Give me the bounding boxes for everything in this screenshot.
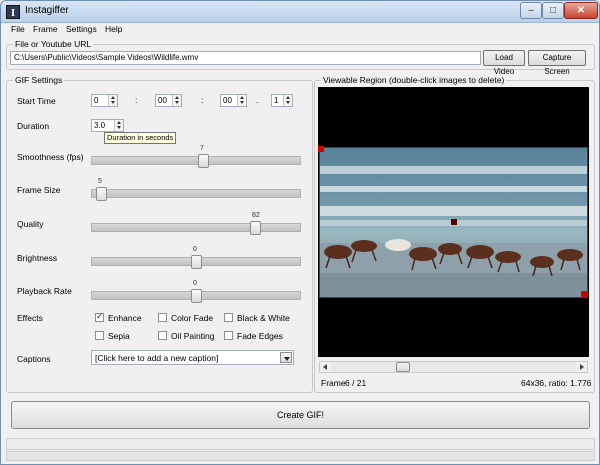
oil-painting-label: Oil Painting [171,331,215,341]
start-minutes-spinner[interactable]: 00 [155,94,182,107]
close-button[interactable]: ✕ [564,2,598,19]
frame-counter: 6 / 21 [345,378,367,388]
captions-value: [Click here to add a new caption] [95,353,219,363]
url-input[interactable]: C:\Users\Public\Videos\Sample Videos\Wil… [10,51,481,65]
sepia-label: Sepia [108,331,130,341]
quality-label: Quality [17,219,44,229]
menu-file[interactable]: File [11,24,25,34]
progress-bar [6,438,595,450]
frame-size-value: 5 [98,178,102,185]
viewable-region-label: Viewable Region (double-click images to … [321,75,507,85]
playback-rate-value: 0 [193,280,197,287]
app-window: I Instagiffer – □ ✕ File Frame Settings … [0,0,600,465]
brightness-label: Brightness [17,253,58,263]
smoothness-thumb[interactable] [198,154,209,168]
quality-thumb[interactable] [250,221,261,235]
start-time-label: Start Time [17,96,56,106]
playback-rate-slider[interactable]: 0 [91,280,301,303]
gif-settings-group: GIF Settings [6,75,313,393]
enhance-checkbox[interactable] [95,311,104,322]
frame-size-thumb[interactable] [96,187,107,201]
enhance-label: Enhance [108,313,142,323]
menu-frame[interactable]: Frame [33,24,58,34]
color-fade-checkbox[interactable] [158,313,167,322]
black-white-label: Black & White [237,313,290,323]
time-separator: : [135,95,138,105]
time-separator: . [256,95,259,105]
crop-handle-bottom-right[interactable] [581,291,587,297]
quality-slider[interactable]: 82 [91,212,301,235]
brightness-value: 0 [193,246,197,253]
app-icon: I [6,5,20,19]
capture-screen-button[interactable]: Capture Screen [528,50,586,76]
duration-label: Duration [17,121,50,131]
fade-edges-checkbox[interactable] [224,331,233,340]
window-title: Instagiffer [25,5,69,16]
fade-edges-label: Fade Edges [237,331,283,341]
minimize-button[interactable]: – [520,2,542,19]
brightness-slider[interactable]: 0 [91,246,301,269]
effects-label: Effects [17,313,43,323]
start-seconds-spinner[interactable]: 00 [220,94,247,107]
load-video-button[interactable]: Load Video [483,50,525,76]
duration-spinner[interactable]: 3.0 [91,119,124,132]
quality-value: 82 [252,212,260,219]
start-frames-spinner[interactable]: 1 [271,94,293,107]
title-bar: I Instagiffer – □ ✕ [1,1,599,23]
smoothness-slider[interactable]: 7 [91,145,301,168]
smoothness-label: Smoothness (fps) [17,152,84,162]
black-white-checkbox[interactable] [224,313,233,322]
frame-size-info: 64x36, ratio: 1.776 [521,378,592,388]
menu-help[interactable]: Help [105,24,122,34]
crop-handle-center[interactable] [451,219,457,225]
menu-bar: File Frame Settings Help [1,23,599,37]
captions-label: Captions [17,354,51,364]
playback-rate-thumb[interactable] [191,289,202,303]
duration-tooltip: Duration in seconds [104,132,177,144]
frame-size-label: Frame Size [17,185,61,195]
url-group-label: File or Youtube URL [13,39,94,49]
scroll-right-icon[interactable] [576,362,587,372]
gif-settings-label: GIF Settings [13,75,65,85]
smoothness-value: 7 [200,145,204,152]
playback-rate-label: Playback Rate [17,286,72,296]
frame-size-slider[interactable]: 5 [91,178,301,201]
menu-settings[interactable]: Settings [66,24,97,34]
oil-painting-checkbox[interactable] [158,331,167,340]
brightness-thumb[interactable] [191,255,202,269]
create-gif-button[interactable]: Create GIF! [11,401,590,429]
chevron-down-icon[interactable] [280,352,292,363]
maximize-button[interactable]: □ [542,2,564,19]
scroll-left-icon[interactable] [320,362,331,372]
frame-scrollbar[interactable] [319,361,588,373]
crop-handle-top-left[interactable] [318,146,324,152]
captions-dropdown[interactable]: [Click here to add a new caption] [91,350,294,365]
frame-scroll-thumb[interactable] [396,362,410,372]
start-hours-spinner[interactable]: 0 [91,94,118,107]
status-bar [6,451,595,461]
frame-label: Frame [321,378,346,388]
color-fade-label: Color Fade [171,313,214,323]
sepia-checkbox[interactable] [95,331,104,340]
time-separator: : [201,95,204,105]
